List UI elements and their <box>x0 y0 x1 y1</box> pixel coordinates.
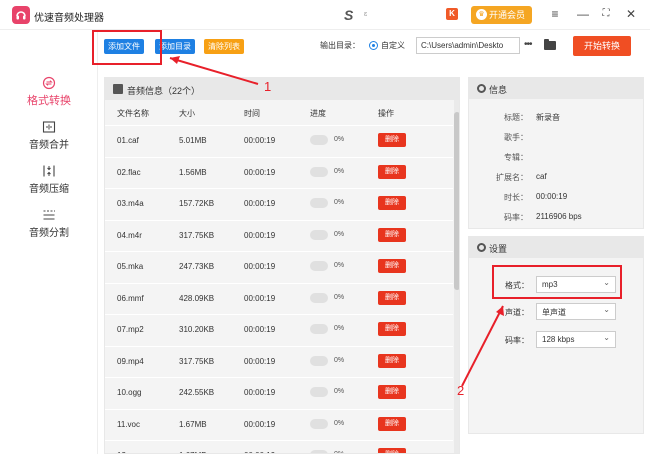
annotation-arrows <box>169 56 504 387</box>
annotation-label-2: 2 <box>457 383 465 398</box>
annotation-label-1: 1 <box>264 79 272 94</box>
